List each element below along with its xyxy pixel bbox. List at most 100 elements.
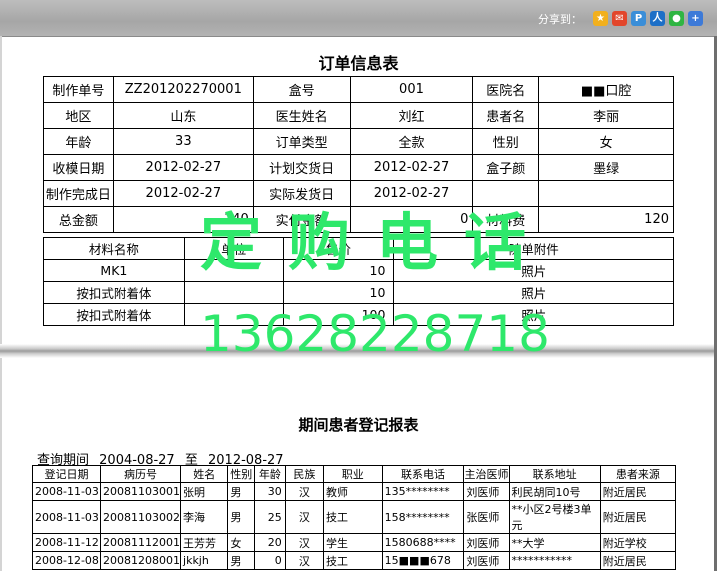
patient-header-cell: 联系电话	[381, 465, 465, 483]
patient-cell: **小区2号楼3单元	[508, 500, 601, 534]
sina-icon[interactable]: ✉	[612, 11, 627, 26]
patient-cell: 利民胡同10号	[508, 482, 601, 501]
patient-cell: 158********	[381, 500, 465, 534]
order-row: 制作单号 ZZ201202270001 盒号 001 医院名 ■■口腔	[43, 76, 674, 103]
wechat-icon[interactable]: ●	[669, 11, 684, 26]
patient-cell: 教师	[322, 482, 383, 501]
frame-border-left	[0, 36, 2, 571]
patient-header-cell: 联系地址	[508, 465, 601, 483]
order-field-label: 盒子颜	[472, 154, 540, 181]
materials-row: 按扣式附着体 10 照片	[43, 281, 674, 304]
order-field-value: 001	[349, 76, 474, 103]
share-toolbar: 分享到： ★ ✉ P 人 ● +	[0, 0, 717, 37]
patient-header-cell: 患者来源	[599, 465, 677, 483]
patient-cell: 15■■■678	[381, 551, 465, 570]
patient-cell: 女	[227, 533, 256, 552]
order-field-value: 山东	[112, 102, 254, 129]
patient-cell: 汉	[284, 500, 324, 534]
patient-cell: 刘医师	[463, 533, 510, 552]
materials-cell: 按扣式附着体	[43, 303, 185, 326]
order-field-label: 盒号	[252, 76, 351, 103]
patient-header-cell: 年龄	[254, 465, 286, 483]
materials-cell: 10	[282, 281, 395, 304]
patient-header-cell: 登记日期	[31, 465, 102, 483]
order-field-label: 地区	[43, 102, 114, 129]
order-field-label: 计划交货日	[252, 154, 351, 181]
patient-cell: 20081208001	[100, 551, 182, 570]
order-field-value: 刘红	[349, 102, 474, 129]
order-field-value: 全款	[349, 128, 474, 155]
patient-cell: 男	[227, 551, 256, 570]
patient-cell: 男	[227, 500, 256, 534]
patient-header-cell: 病历号	[100, 465, 182, 483]
patient-cell: 25	[254, 500, 286, 534]
order-field-label: 医生姓名	[252, 102, 351, 129]
plus-icon[interactable]: +	[688, 11, 703, 26]
patient-cell: 张明	[180, 482, 229, 501]
patient-cell: 王芳芳	[180, 533, 229, 552]
patient-header-cell: 性别	[227, 465, 256, 483]
order-field-label: 收模日期	[43, 154, 114, 181]
patient-cell: 0	[254, 551, 286, 570]
materials-cell: 照片	[393, 281, 674, 304]
order-row: 收模日期 2012-02-27 计划交货日 2012-02-27 盒子颜 墨绿	[43, 154, 674, 181]
watermark-order-phone-label: 定购电话	[200, 212, 553, 283]
patient-header-cell: 职业	[322, 465, 383, 483]
order-field-value: ZZ201202270001	[112, 76, 254, 103]
patient-cell: 30	[254, 482, 286, 501]
patient-cell: 2008-11-03	[31, 500, 102, 534]
patient-row: 2008-11-03 20081103002 李海男 25 汉技工 158********…	[31, 500, 677, 534]
patient-cell: jkkjh	[180, 551, 229, 570]
materials-cell: 按扣式附着体	[43, 281, 185, 304]
patient-register-table: 登记日期 病历号 姓名 性别 年龄 民族 职业 联系电话 主治医师 联系地址 患者来源 2008-1…	[31, 465, 677, 570]
order-field-value: 33	[112, 128, 254, 155]
patient-cell: 刘医师	[463, 551, 510, 570]
patient-cell: 2008-12-08	[31, 551, 102, 570]
patient-header-cell: 民族	[284, 465, 324, 483]
patient-row: 2008-11-12 20081112001 王芳芳女 20 汉学生 1580688***…	[31, 533, 677, 552]
patient-cell: 附近居民	[599, 500, 677, 534]
patient-header-cell: 姓名	[180, 465, 229, 483]
order-row: 年龄 33 订单类型 全款 性别女	[43, 128, 674, 155]
patient-cell: 汉	[284, 551, 324, 570]
patient-cell: 20081103002	[100, 500, 182, 534]
order-field-label: 性别	[472, 128, 540, 155]
order-field-value: 120	[538, 206, 674, 233]
order-field-value: 2012-02-27	[112, 154, 254, 181]
order-field-value: 2012-02-27	[349, 154, 474, 181]
materials-cell	[183, 281, 284, 304]
patient-cell: 汉	[284, 533, 324, 552]
order-field-label: 医院名	[472, 76, 540, 103]
order-info-title: 订单信息表	[318, 54, 399, 73]
patient-cell: 李海	[180, 500, 229, 534]
order-field-value: 李丽	[538, 102, 674, 129]
order-field-value: ■■口腔	[538, 76, 674, 103]
order-field-value: 女	[538, 128, 674, 155]
star-icon[interactable]: ★	[593, 11, 608, 26]
p-icon[interactable]: P	[631, 11, 646, 26]
patient-cell: ***********	[508, 551, 601, 570]
patient-cell: 1580688****	[381, 533, 465, 552]
patient-cell: 男	[227, 482, 256, 501]
materials-header-cell: 材料名称	[43, 237, 185, 260]
patient-cell: 2008-11-12	[31, 533, 102, 552]
patient-cell: 20081112001	[100, 533, 182, 552]
patient-row: 2008-12-08 20081208001 jkkjh 男 0 汉技工 15■■■678 刘…	[31, 551, 677, 570]
patient-cell: 135********	[381, 482, 465, 501]
patient-cell: 技工	[322, 551, 383, 570]
order-field-label: 年龄	[43, 128, 114, 155]
patient-row: 2008-11-03 20081103001 张明男 30 汉教师 135********…	[31, 482, 677, 501]
patient-cell: 20081103001	[100, 482, 182, 501]
patient-cell: 附近学校	[599, 533, 677, 552]
order-field-label: 总金额	[43, 206, 114, 233]
order-field-label: 制作单号	[43, 76, 114, 103]
patient-cell: 技工	[322, 500, 383, 534]
renren-icon[interactable]: 人	[650, 11, 665, 26]
patient-cell: 汉	[284, 482, 324, 501]
order-field-value	[538, 180, 674, 207]
patient-cell: 刘医师	[463, 482, 510, 501]
patient-cell: 附近居民	[599, 551, 677, 570]
patient-cell: 学生	[322, 533, 383, 552]
order-field-label: 患者名	[472, 102, 540, 129]
patient-cell: 2008-11-03	[31, 482, 102, 501]
